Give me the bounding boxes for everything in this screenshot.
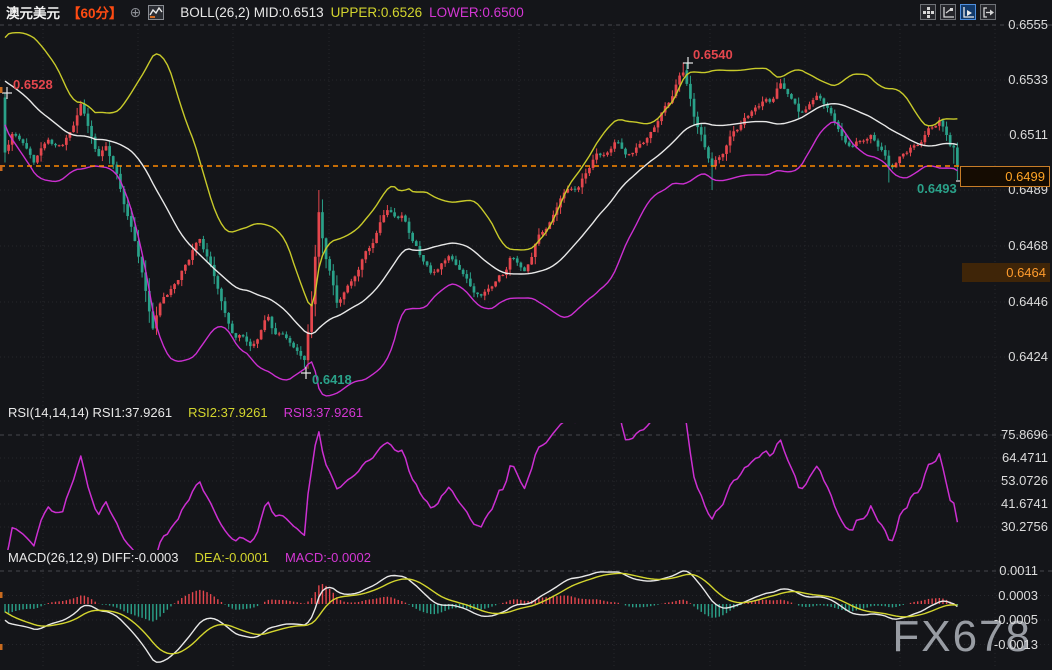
axis-zoom-button[interactable] [940,4,956,20]
auto-scale-button[interactable] [960,4,976,20]
symbol-name: 澳元美元 [6,2,60,22]
axis-tick-label: 64.4711 [958,450,1048,465]
exit-scale-button[interactable] [980,4,996,20]
rsi2-value: RSI2:37.9261 [188,405,268,420]
axis-tick-label: 53.0726 [958,473,1048,488]
chart-header: 澳元美元 【60分】 ⊕ BOLL(26,2) MID:0.6513 UPPER… [6,3,524,21]
axis-tick-label: 0.6424 [958,349,1048,364]
open-high-annotation: 0.6528 [13,77,53,92]
add-indicator-icon[interactable]: ⊕ [130,5,142,19]
session-high-annotation: 0.6540 [693,47,733,62]
axis-tick-label: 0.6533 [958,72,1048,87]
boll-lower-value: LOWER:0.6500 [429,5,524,20]
rsi3-value: RSI3:37.9261 [284,405,364,420]
axis-tick-label: 0.6446 [958,294,1048,309]
boll-mid-value: BOLL(26,2) MID:0.6513 [180,5,323,20]
macd-dea-value: DEA:-0.0001 [195,550,269,565]
trading-chart-app: 澳元美元 【60分】 ⊕ BOLL(26,2) MID:0.6513 UPPER… [0,0,1052,670]
pan-tool-button[interactable] [920,4,936,20]
axis-tick-label: -0.0013 [948,637,1038,652]
macd-diff-value: MACD(26,12,9) DIFF:-0.0003 [8,550,179,565]
axis-tick-label: 0.6511 [958,127,1048,142]
current-price-badge: 0.6499 [960,166,1050,187]
chart-canvas[interactable] [0,0,1052,670]
axis-tick-label: -0.0005 [948,612,1038,627]
axis-tick-label: 75.8696 [958,427,1048,442]
chart-type-icon[interactable] [148,5,164,20]
macd-bar-value: MACD:-0.0002 [285,550,371,565]
axis-tick-label: 41.6741 [958,496,1048,511]
rsi1-value: RSI(14,14,14) RSI1:37.9261 [8,405,172,420]
axis-tick-label: 0.0011 [948,563,1038,578]
last-low-annotation: 0.6493 [917,181,957,196]
timeframe-label[interactable]: 【60分】 [67,2,123,22]
axis-tick-label: 30.2756 [958,519,1048,534]
rsi-header: RSI(14,14,14) RSI1:37.9261 RSI2:37.9261 … [8,405,363,420]
alert-price-badge: 0.6464 [962,263,1050,282]
axis-tick-label: 0.0003 [948,588,1038,603]
macd-header: MACD(26,12,9) DIFF:-0.0003 DEA:-0.0001 M… [8,550,371,565]
boll-upper-value: UPPER:0.6526 [331,5,423,20]
session-low-annotation: 0.6418 [312,372,352,387]
axis-tick-label: 0.6468 [958,238,1048,253]
chart-toolbar [920,4,996,20]
